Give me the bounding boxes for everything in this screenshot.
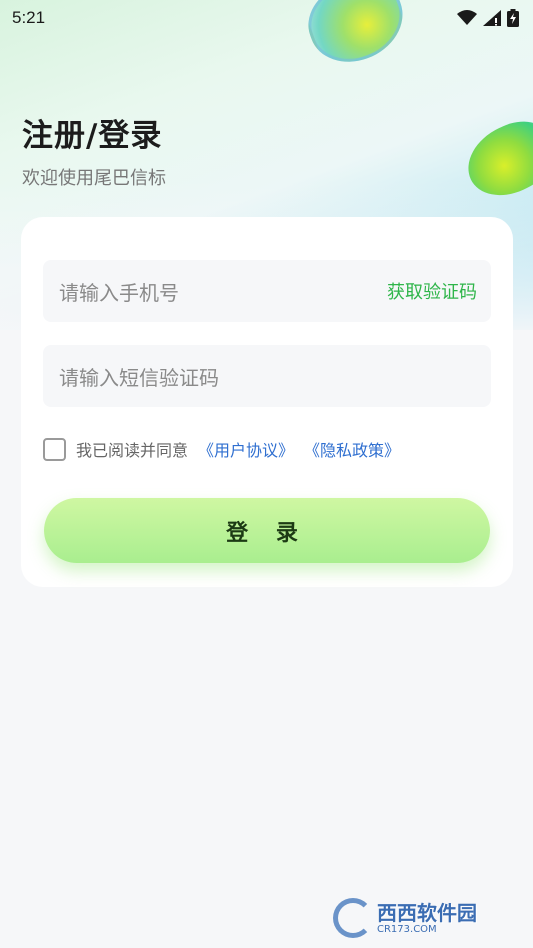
agree-text: 我已阅读并同意 [76,441,189,460]
page-subtitle: 欢迎使用尾巴信标 [22,168,166,189]
phone-field[interactable]: 请输入手机号 获取验证码 [43,260,491,322]
agreement-row: 我已阅读并同意 《用户协议》 《隐私政策》 [43,437,400,461]
page-title: 注册/登录 [22,118,163,154]
privacy-policy-link[interactable]: 《隐私政策》 [304,437,400,461]
user-agreement-link[interactable]: 《用户协议》 [198,437,294,461]
watermark-logo-icon [333,898,373,938]
status-bar: 5:21 [0,0,533,36]
sms-code-input[interactable]: 请输入短信验证码 [59,362,219,391]
watermark-domain: CR173.COM [377,923,437,935]
status-time: 5:21 [12,8,46,27]
signal-icon [483,10,501,26]
phone-input[interactable]: 请输入手机号 [59,277,179,306]
watermark-text: 西西软件园 [377,900,477,925]
agree-checkbox[interactable] [43,437,66,461]
wifi-icon [457,10,477,25]
login-button[interactable]: 登 录 [44,498,490,563]
login-card: 请输入手机号 获取验证码 请输入短信验证码 我已阅读并同意 《用户协议》 《隐私… [21,217,513,587]
battery-icon [507,9,519,27]
get-code-button[interactable]: 获取验证码 [387,278,477,304]
status-icons [457,9,519,27]
watermark: 西西软件园 CR173.COM [333,896,513,940]
sms-code-field[interactable]: 请输入短信验证码 [43,345,491,407]
